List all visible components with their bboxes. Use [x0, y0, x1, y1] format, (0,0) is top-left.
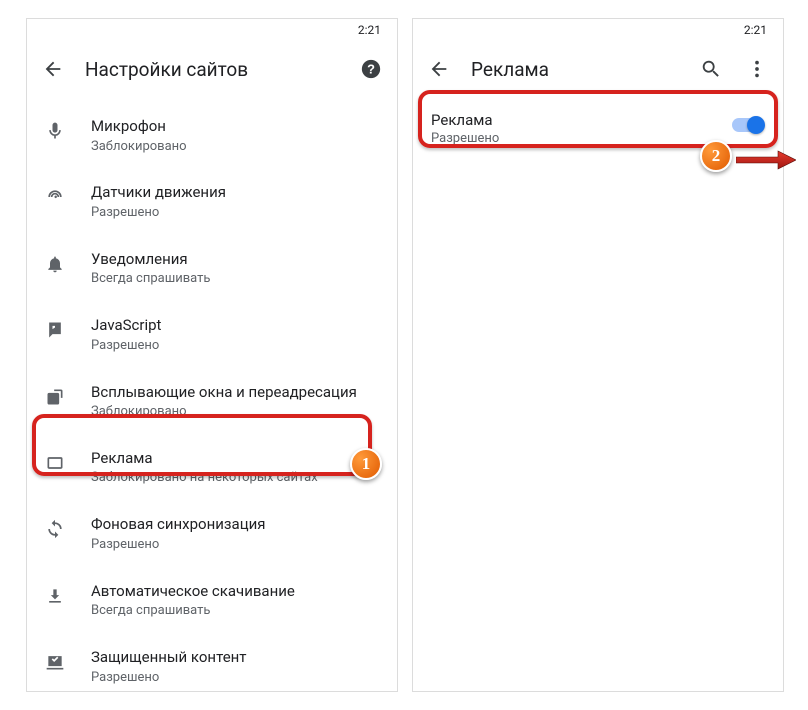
motion-icon: [43, 185, 67, 209]
row-label: Фоновая синхронизация: [91, 515, 381, 535]
back-button[interactable]: [425, 55, 453, 83]
help-icon: ?: [360, 58, 382, 80]
row-label: JavaScript: [91, 316, 381, 336]
search-button[interactable]: [697, 55, 725, 83]
settings-list: Микрофон Заблокировано Датчики движения Раз…: [27, 97, 397, 692]
row-label: Всплывающие окна и переадресация: [91, 383, 381, 403]
row-label: Реклама: [91, 449, 381, 469]
settings-row-js[interactable]: JavaScript Разрешено: [27, 302, 397, 368]
popup-icon: [43, 385, 67, 409]
page-title-right: Реклама: [471, 58, 679, 81]
protected-icon: [43, 650, 67, 674]
settings-row-ads[interactable]: РекламаЗаблокировано на некоторых сайтах: [27, 435, 397, 501]
toggle-label: Реклама: [431, 111, 713, 129]
phone-left: 2:21 Настройки сайтов ? Микрофон Заблокир…: [26, 18, 398, 692]
arrow-annotation: [736, 150, 796, 170]
settings-row-download[interactable]: Автоматическое скачиваниеВсегда спрашива…: [27, 568, 397, 634]
row-label: Уведомления: [91, 250, 381, 270]
row-label: Защищенный контент: [91, 648, 381, 668]
arrow-right-icon: [736, 150, 796, 170]
badge-number: 1: [362, 454, 371, 474]
mic-icon: [43, 119, 67, 143]
help-button[interactable]: ?: [357, 55, 385, 83]
row-sub: Разрешено: [91, 338, 381, 355]
back-arrow-icon: [42, 58, 64, 80]
settings-row-bell[interactable]: УведомленияВсегда спрашивать: [27, 236, 397, 302]
more-vert-icon: [746, 58, 768, 80]
ads-icon: [43, 451, 67, 475]
bell-icon: [43, 252, 67, 276]
js-icon: [43, 318, 67, 342]
settings-row-mic[interactable]: Микрофон Заблокировано: [27, 103, 397, 169]
row-sub: Разрешено: [91, 205, 381, 222]
step-badge-2: 2: [700, 140, 732, 172]
settings-row-sync[interactable]: Фоновая синхронизация Разрешено: [27, 501, 397, 567]
page-title-left: Настройки сайтов: [85, 58, 339, 81]
row-sub: Заблокировано: [91, 404, 381, 421]
back-arrow-icon: [428, 58, 450, 80]
toggle-switch[interactable]: [729, 115, 765, 135]
row-sub: Разрешено: [91, 537, 381, 554]
statusbar-left: 2:21: [27, 19, 397, 41]
back-button[interactable]: [39, 55, 67, 83]
settings-row-popup[interactable]: Всплывающие окна и переадресацияЗаблокир…: [27, 369, 397, 435]
row-label: Автоматическое скачивание: [91, 582, 381, 602]
settings-row-motion[interactable]: Датчики движения Разрешено: [27, 169, 397, 235]
badge-number: 2: [712, 146, 721, 166]
step-badge-1: 1: [350, 448, 382, 480]
row-sub: Всегда спрашивать: [91, 271, 381, 288]
row-sub: Заблокировано на некоторых сайтах: [91, 470, 381, 487]
row-label: Датчики движения: [91, 183, 381, 203]
phone-right: 2:21 Реклама Реклама Разрешено: [412, 18, 784, 692]
appbar-left: Настройки сайтов ?: [27, 41, 397, 97]
sync-icon: [43, 517, 67, 541]
more-button[interactable]: [743, 55, 771, 83]
search-icon: [700, 58, 722, 80]
settings-row-protected[interactable]: Защищенный контент Разрешено: [27, 634, 397, 692]
switch-thumb: [747, 116, 765, 134]
row-sub: Разрешено: [91, 670, 381, 687]
svg-text:?: ?: [367, 62, 375, 77]
clock: 2:21: [744, 23, 767, 37]
statusbar-right: 2:21: [413, 19, 783, 41]
download-icon: [43, 584, 67, 608]
clock: 2:21: [358, 23, 381, 37]
row-label: Микрофон: [91, 117, 381, 137]
appbar-right: Реклама: [413, 41, 783, 97]
row-sub: Всегда спрашивать: [91, 603, 381, 620]
row-sub: Заблокировано: [91, 139, 381, 156]
toggle-sub: Разрешено: [431, 131, 713, 146]
